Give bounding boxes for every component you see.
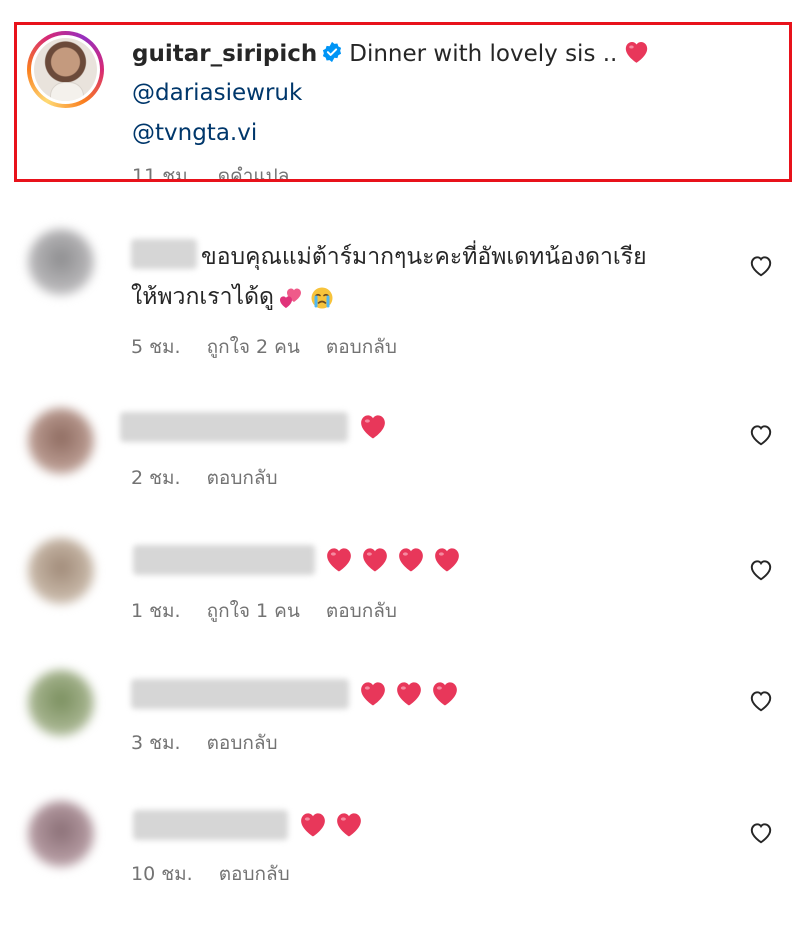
comment-meta: 2 ชม. ตอบกลับ [131,463,304,493]
comment-meta: 10 ชม. ตอบกลับ [131,859,316,889]
heart-emoji [361,415,385,439]
heart-outline-icon[interactable] [748,688,774,714]
translate-link[interactable]: ดูคำแปล [218,165,290,179]
caption-time: 11 ชม. [132,165,194,182]
heart-emoji [363,548,387,572]
reply-button[interactable]: ตอบกลับ [207,467,278,489]
caption-mention-1[interactable]: @dariasiewruk [132,80,302,106]
comment-text-line1: ขอบคุณแม่ต้าร์มากๆนะคะที่อัพเดทน้องดาเรี… [201,244,647,270]
heart-emoji [623,39,650,70]
caption-meta: 11 ชม. ดูคำแปล [132,161,290,182]
comment-emojis [298,810,370,838]
heart-emoji [435,548,459,572]
reply-button[interactable]: ตอบกลับ [219,863,290,885]
verified-badge-icon [321,41,343,69]
reply-button[interactable]: ตอบกลับ [326,336,397,358]
heart-outline-icon[interactable] [748,557,774,583]
heart-emoji [397,682,421,706]
caption-highlight-box: guitar_siripich Dinner with lovely sis ..… [14,22,792,182]
blurred-username[interactable] [131,679,349,709]
blurred-username[interactable] [133,810,288,840]
two-hearts-emoji [279,288,301,308]
caption-line: guitar_siripich Dinner with lovely sis .. [132,39,650,70]
heart-outline-icon[interactable] [748,422,774,448]
comment-emojis [324,545,468,573]
comment-item: ขอบคุณแม่ต้าร์มากๆนะคะที่อัพเดทน้องดาเรี… [0,225,800,365]
reply-button[interactable]: ตอบกลับ [326,600,397,622]
comment-meta: 5 ชม. ถูกใจ 2 คน ตอบกลับ [131,332,423,362]
comment-time: 10 ชม. [131,863,193,885]
heart-emoji [433,682,457,706]
comment-text-line2: ให้พวกเราได้ดู [131,279,340,315]
comment-emojis [358,679,466,707]
comment-time: 2 ชม. [131,467,181,489]
avatar[interactable] [28,408,94,474]
avatar[interactable] [28,538,94,604]
comment-time: 1 ชม. [131,600,181,622]
blurred-username[interactable] [133,545,315,575]
caption-avatar-story-ring[interactable] [27,31,104,108]
comment-time: 5 ชม. [131,336,181,358]
heart-outline-icon[interactable] [748,253,774,279]
comment-item: 2 ชม. ตอบกลับ [0,390,800,500]
heart-outline-icon[interactable] [748,820,774,846]
blurred-username[interactable] [120,412,348,442]
reply-button[interactable]: ตอบกลับ [207,732,278,754]
heart-emoji [327,548,351,572]
avatar[interactable] [28,229,94,295]
avatar[interactable] [34,38,97,101]
heart-emoji [301,813,325,837]
comment-item: 1 ชม. ถูกใจ 1 คน ตอบกลับ [0,530,800,630]
heart-emoji [361,682,385,706]
heart-emoji [399,548,423,572]
comment-likes[interactable]: ถูกใจ 2 คน [207,336,300,358]
caption-text: Dinner with lovely sis .. [349,41,618,67]
comment-time: 3 ชม. [131,732,181,754]
avatar[interactable] [28,670,94,736]
blurred-username[interactable] [131,239,197,269]
comment-emojis [358,412,394,440]
caption-mention-2[interactable]: @tvngta.vi [132,120,257,146]
heart-emoji [337,813,361,837]
comment-meta: 3 ชม. ตอบกลับ [131,728,304,758]
comment-item: 3 ชม. ตอบกลับ [0,665,800,765]
avatar[interactable] [28,801,94,867]
comment-meta: 1 ชม. ถูกใจ 1 คน ตอบกลับ [131,596,423,626]
comment-likes[interactable]: ถูกใจ 1 คน [207,600,300,622]
caption-username[interactable]: guitar_siripich [132,41,317,67]
comment-item: 10 ชม. ตอบกลับ [0,795,800,895]
crying-face-emoji [311,287,333,308]
